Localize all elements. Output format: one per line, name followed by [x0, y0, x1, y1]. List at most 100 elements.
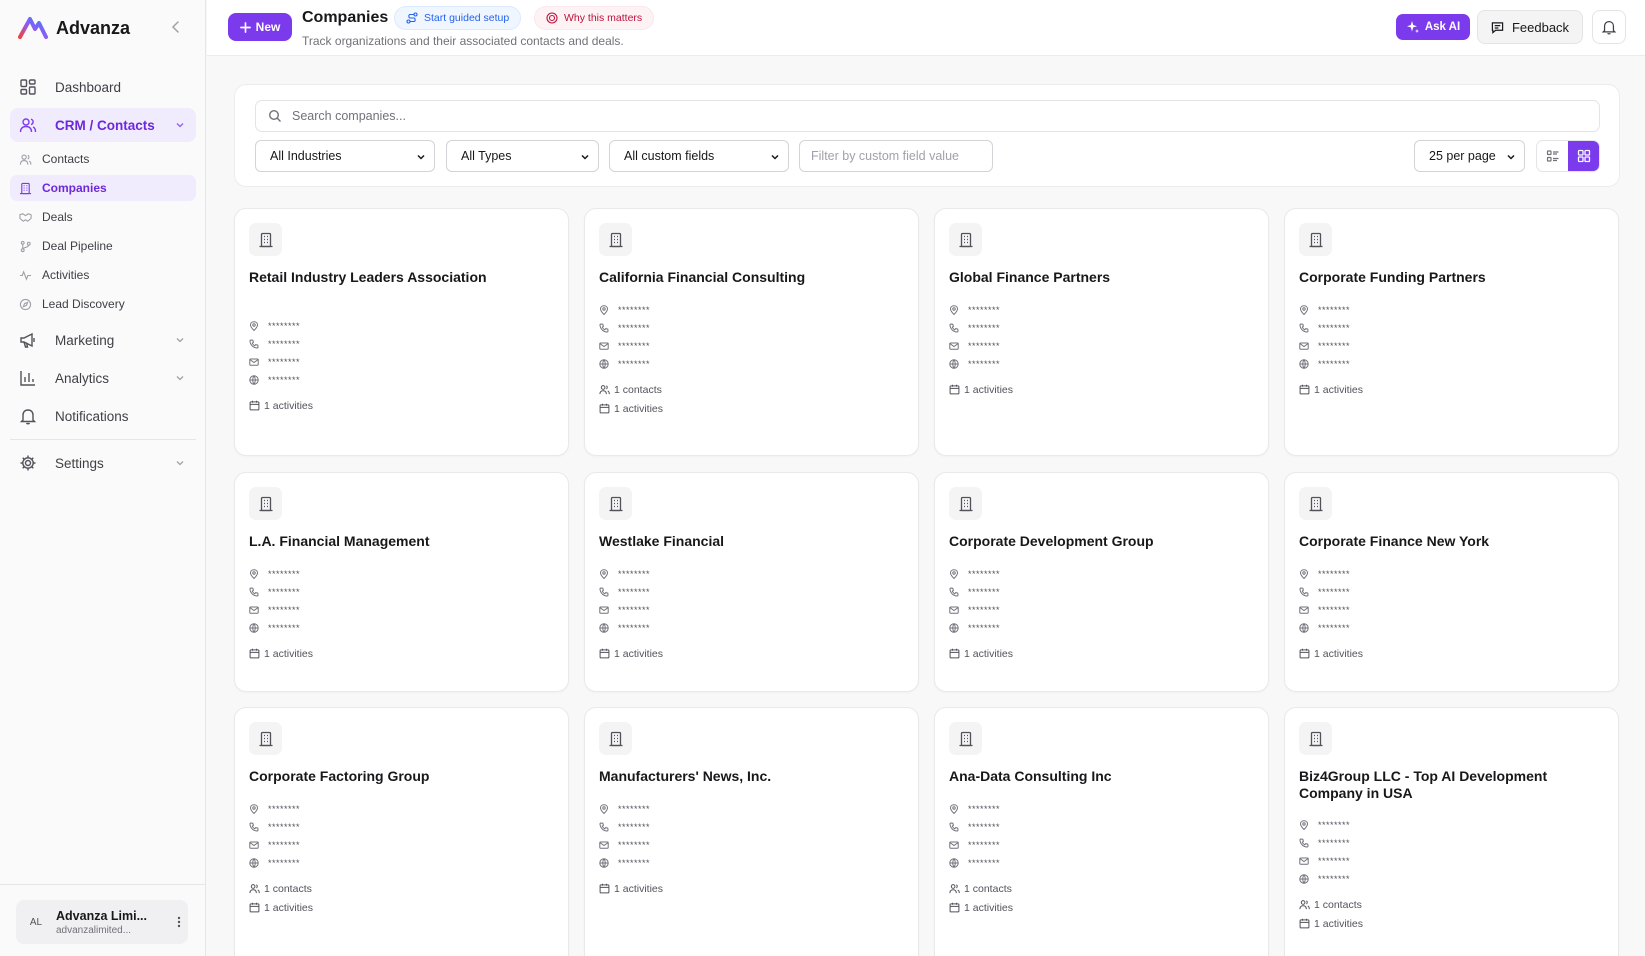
search-input[interactable]: [292, 109, 1492, 123]
dashboard-icon: [20, 79, 36, 95]
compass-icon: [19, 298, 32, 310]
activities-count: 1 activities: [599, 879, 663, 898]
company-card[interactable]: Corporate Funding Partners ******** ******…: [1284, 208, 1619, 456]
nav-settings[interactable]: Settings: [10, 446, 196, 480]
field-value: ********: [1318, 856, 1351, 866]
ask-ai-button[interactable]: Ask AI: [1396, 14, 1470, 40]
type-select[interactable]: All Types: [446, 140, 599, 172]
company-name: Retail Industry Leaders Association: [249, 269, 487, 285]
phone-icon: [949, 323, 959, 333]
subnav-deal-pipeline[interactable]: Deal Pipeline: [10, 233, 196, 259]
why-this-matters-button[interactable]: Why this matters: [534, 6, 655, 30]
company-field: ********: [1299, 619, 1350, 637]
field-value: ********: [268, 339, 301, 349]
map-pin-icon: [949, 804, 959, 814]
company-card[interactable]: Corporate Finance New York ******** ******…: [1284, 472, 1619, 692]
mail-icon: [249, 606, 259, 614]
company-card[interactable]: Corporate Factoring Group ******** *******…: [234, 707, 569, 956]
feedback-button[interactable]: Feedback: [1477, 10, 1583, 44]
nav-notifications[interactable]: Notifications: [10, 399, 196, 433]
custom-field-select-value: All custom fields: [624, 149, 715, 163]
company-field: ********: [1299, 583, 1350, 601]
avatar: AL: [29, 916, 43, 928]
notifications-button[interactable]: [1592, 10, 1626, 44]
stat-label: 1 activities: [964, 901, 1014, 914]
map-pin-icon: [599, 305, 609, 315]
page-title: Companies: [302, 9, 389, 26]
activities-count: 1 activities: [1299, 914, 1363, 933]
company-card[interactable]: Corporate Development Group ******** *****…: [934, 472, 1269, 692]
globe-icon: [599, 623, 609, 633]
mail-icon: [599, 606, 609, 614]
company-name: Corporate Finance New York: [1299, 533, 1490, 549]
nav-label: CRM / Contacts: [55, 117, 155, 133]
company-card[interactable]: Biz4Group LLC - Top AI Development Compa…: [1284, 707, 1619, 956]
company-card[interactable]: L.A. Financial Management ******** *******…: [234, 472, 569, 692]
collapse-sidebar-icon[interactable]: [168, 19, 184, 35]
subnav-lead-discovery[interactable]: Lead Discovery: [10, 291, 196, 317]
brand-name: Advanza: [56, 17, 131, 38]
company-card[interactable]: Ana-Data Consulting Inc ******** ******** *…: [934, 707, 1269, 956]
company-card[interactable]: Manufacturers' News, Inc. ******** *******…: [584, 707, 919, 956]
chevron-down-icon: [771, 154, 779, 160]
subnav-label: Companies: [42, 181, 107, 195]
company-field: ********: [949, 355, 1000, 373]
company-card[interactable]: California Financial Consulting ******** *…: [584, 208, 919, 456]
company-field: ********: [599, 854, 650, 872]
nav-analytics[interactable]: Analytics: [10, 361, 196, 395]
company-field: ********: [249, 565, 300, 583]
nav-marketing[interactable]: Marketing: [10, 323, 196, 357]
map-pin-icon: [249, 804, 259, 814]
stat-label: 1 contacts: [1314, 898, 1362, 911]
field-value: ********: [618, 623, 651, 633]
more-vertical-icon[interactable]: [172, 915, 186, 929]
custom-field-select[interactable]: All custom fields: [609, 140, 789, 172]
per-page-select[interactable]: 25 per page: [1414, 140, 1525, 172]
company-card[interactable]: Retail Industry Leaders Association *****…: [234, 208, 569, 456]
phone-icon: [599, 323, 609, 333]
list-view-button[interactable]: [1537, 141, 1568, 171]
stat-label: 1 contacts: [614, 383, 662, 396]
chevron-down-icon: [176, 338, 184, 343]
start-guided-setup-button[interactable]: Start guided setup: [394, 6, 522, 30]
nav-crm-contacts[interactable]: CRM / Contacts: [10, 108, 196, 142]
calendar-icon: [249, 902, 260, 913]
map-pin-icon: [249, 569, 259, 579]
subnav-companies[interactable]: Companies: [10, 175, 196, 201]
company-card-grid: Retail Industry Leaders Association *****…: [234, 208, 1620, 956]
company-field: ********: [949, 583, 1000, 601]
custom-field-value-input[interactable]: [811, 149, 981, 163]
list-icon: [1546, 150, 1558, 162]
building-icon: [609, 731, 622, 746]
feedback-label: Feedback: [1511, 19, 1570, 35]
user-email: advanzalimited...: [56, 924, 132, 936]
subnav-deals[interactable]: Deals: [10, 204, 196, 230]
grid-view-button[interactable]: [1568, 141, 1599, 171]
company-fields: ******** ******** ******** ********: [249, 800, 300, 872]
company-name: L.A. Financial Management: [249, 533, 430, 549]
custom-field-value-box[interactable]: [799, 140, 993, 172]
phone-icon: [599, 822, 609, 832]
stat-label: 1 activities: [614, 882, 664, 895]
company-field: ********: [599, 319, 650, 337]
company-field: ********: [249, 854, 300, 872]
nav-dashboard[interactable]: Dashboard: [10, 70, 196, 104]
company-card[interactable]: Westlake Financial ******** ******** ******…: [584, 472, 919, 692]
stat-label: 1 activities: [1314, 383, 1364, 396]
industry-select[interactable]: All Industries: [255, 140, 435, 172]
field-value: ********: [268, 321, 301, 331]
activities-count: 1 activities: [249, 898, 313, 917]
company-card[interactable]: Global Finance Partners ******** ******** *…: [934, 208, 1269, 456]
user-card[interactable]: AL Advanza Limi... advanzalimited...: [16, 900, 188, 944]
stat-label: 1 activities: [964, 647, 1014, 660]
new-button[interactable]: New: [228, 13, 292, 41]
company-stats: 1 contacts 1 activities: [599, 380, 663, 418]
brand[interactable]: Advanza: [18, 14, 130, 42]
search-box[interactable]: [255, 100, 1600, 132]
company-field: ********: [249, 619, 300, 637]
company-field: ********: [1299, 601, 1350, 619]
subnav-contacts[interactable]: Contacts: [10, 146, 196, 172]
field-value: ********: [268, 605, 301, 615]
mail-icon: [949, 606, 959, 614]
subnav-activities[interactable]: Activities: [10, 262, 196, 288]
